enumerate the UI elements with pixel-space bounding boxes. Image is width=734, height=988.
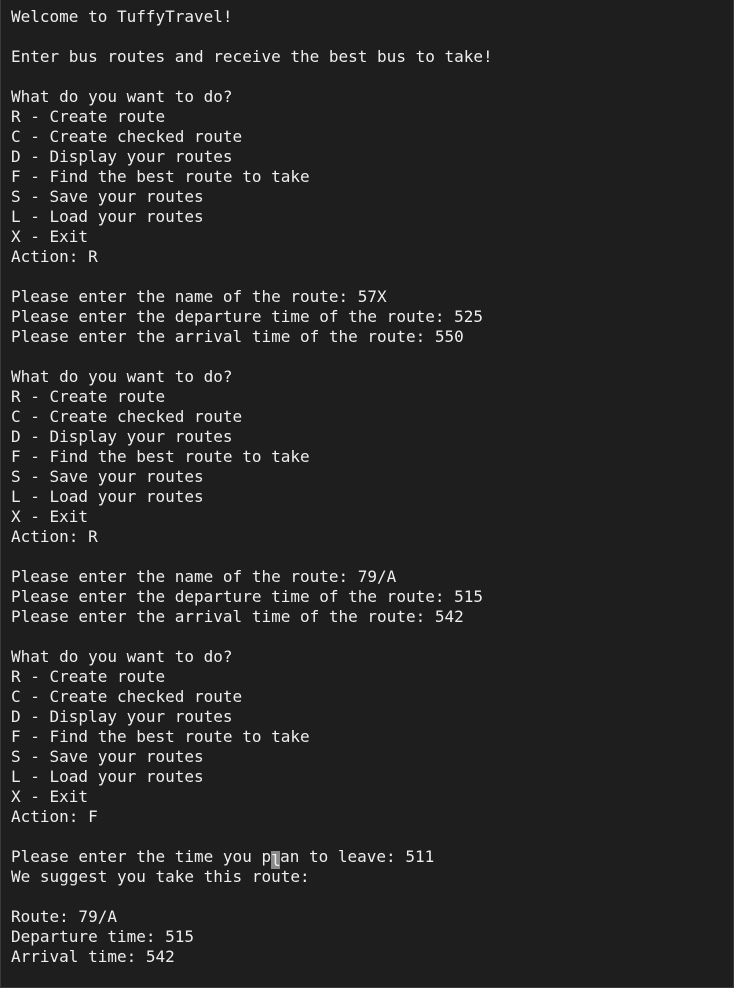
terminal-line: L - Load your routes [11, 487, 204, 506]
terminal-line: D - Display your routes [11, 427, 233, 446]
terminal-line: Action: R [11, 527, 98, 546]
input-text: an to leave: 511 [280, 847, 435, 866]
terminal-line: Please enter the name of the route: 57X [11, 287, 387, 306]
terminal-line: C - Create checked route [11, 407, 243, 426]
terminal-line: D - Display your routes [11, 147, 233, 166]
terminal-line: R - Create route [11, 107, 166, 126]
terminal-line: Please enter the departure time of the r… [11, 307, 484, 326]
terminal-line: Route: 79/A [11, 907, 117, 926]
terminal-line: C - Create checked route [11, 687, 243, 706]
terminal-line: What do you want to do? [11, 367, 233, 386]
terminal-line: S - Save your routes [11, 187, 204, 206]
prompt-text: Please enter the time you p [11, 847, 272, 866]
terminal-line: C - Create checked route [11, 127, 243, 146]
terminal-line: Action: R [11, 247, 98, 266]
terminal-line: X - Exit [11, 507, 89, 526]
terminal-line: What do you want to do? [11, 647, 233, 666]
terminal-line: X - Exit [11, 227, 89, 246]
terminal-line: Departure time: 515 [11, 927, 195, 946]
terminal-line: We suggest you take this route: [11, 867, 310, 886]
terminal-line: S - Save your routes [11, 467, 204, 486]
terminal-line: F - Find the best route to take [11, 167, 310, 186]
terminal-line: X - Exit [11, 787, 89, 806]
terminal-line: F - Find the best route to take [11, 447, 310, 466]
terminal-line: D - Display your routes [11, 707, 233, 726]
terminal-line: Arrival time: 542 [11, 947, 175, 966]
terminal-line: R - Create route [11, 387, 166, 406]
terminal-window[interactable]: Welcome to TuffyTravel! Enter bus routes … [0, 0, 734, 988]
terminal-line: Please enter the name of the route: 79/A [11, 567, 397, 586]
terminal-line: L - Load your routes [11, 207, 204, 226]
terminal-line: Please enter the arrival time of the rou… [11, 607, 464, 626]
terminal-line: F - Find the best route to take [11, 727, 310, 746]
terminal-line: L - Load your routes [11, 767, 204, 786]
terminal-line: Please enter the arrival time of the rou… [11, 327, 464, 346]
terminal-line: What do you want to do? [11, 87, 233, 106]
terminal-line: R - Create route [11, 667, 166, 686]
terminal-line: Please enter the departure time of the r… [11, 587, 484, 606]
terminal-line: S - Save your routes [11, 747, 204, 766]
terminal-line: Action: F [11, 807, 98, 826]
terminal-line: Enter bus routes and receive the best bu… [11, 47, 493, 66]
terminal-line: Welcome to TuffyTravel! [11, 7, 233, 26]
terminal-line: Please enter the time you plan to leave:… [11, 847, 733, 870]
